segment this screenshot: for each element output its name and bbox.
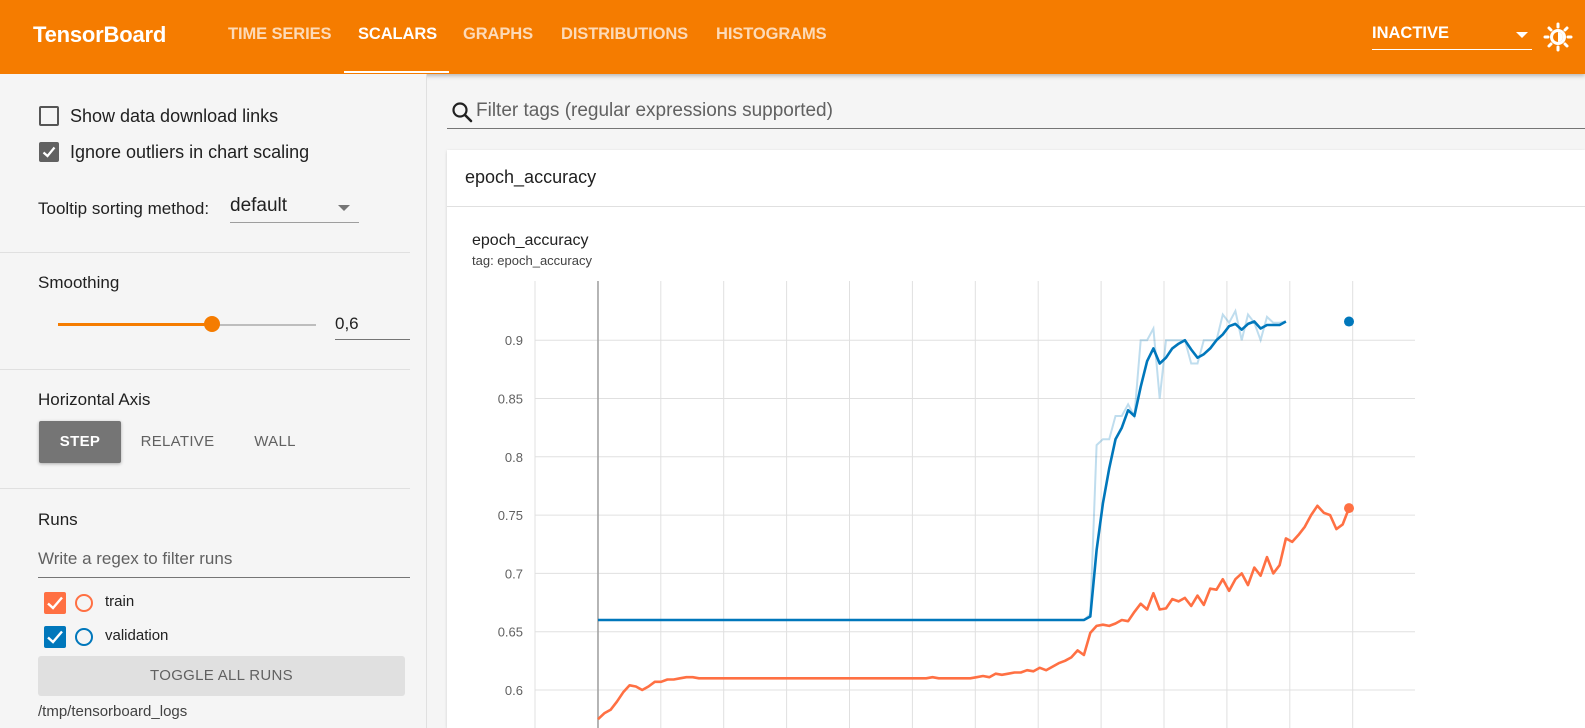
series-train-endpoint (1344, 503, 1354, 514)
scalar-card: epoch_accuracy epoch_accuracy tag: epoch… (447, 150, 1585, 728)
tooltip-sorting-value: default (230, 195, 288, 216)
chevron-down-icon (1516, 32, 1528, 38)
card-header-title: epoch_accuracy (465, 167, 597, 187)
chevron-down-icon (338, 205, 350, 211)
ignore-outliers-label[interactable]: Ignore outliers in chart scaling (70, 142, 309, 163)
series-validation-endpoint (1344, 316, 1354, 327)
tab-histograms[interactable]: HISTOGRAMS (716, 25, 827, 44)
tab-distributions[interactable]: DISTRIBUTIONS (561, 25, 688, 44)
tab-graphs[interactable]: GRAPHS (463, 25, 533, 44)
run-validation-label[interactable]: validation (105, 627, 168, 644)
run-train-color-icon[interactable] (75, 594, 93, 612)
checkmark-icon (42, 146, 56, 158)
smoothing-slider-track[interactable] (212, 324, 316, 326)
y-tick-label: 0.7 (505, 566, 523, 581)
tag-filter-bar[interactable]: Filter tags (regular expressions support… (447, 96, 1585, 129)
y-tick-label: 0.75 (498, 508, 523, 523)
toggle-all-runs-button[interactable]: TOGGLE ALL RUNS (38, 656, 405, 696)
epoch-accuracy-chart[interactable]: 0.6 0.65 0.7 0.75 0.8 0.85 0.9 (447, 260, 1585, 728)
series-validation-line (598, 320, 1287, 622)
card-header[interactable]: epoch_accuracy (447, 150, 1585, 207)
section-divider (0, 252, 410, 253)
tab-time-series[interactable]: TIME SERIES (228, 25, 332, 44)
smoothing-slider-thumb[interactable] (204, 316, 220, 332)
show-download-links-label[interactable]: Show data download links (70, 106, 278, 127)
logdir-path: /tmp/tensorboard_logs (38, 703, 188, 720)
ignore-outliers-checkbox[interactable] (39, 142, 59, 162)
y-tick-label: 0.9 (505, 333, 523, 348)
run-validation-color-icon[interactable] (75, 628, 93, 646)
y-tick-label: 0.8 (505, 450, 523, 465)
inactive-plugins-select[interactable]: INACTIVE (1372, 24, 1532, 50)
smoothing-input[interactable]: 0,6 (335, 310, 410, 340)
tag-filter-input[interactable]: Filter tags (regular expressions support… (476, 100, 833, 122)
axis-step-button[interactable]: STEP (39, 421, 121, 463)
tab-scalars[interactable]: SCALARS (358, 25, 437, 44)
run-train-checkbox[interactable] (44, 592, 66, 614)
checkmark-icon (47, 596, 63, 610)
tooltip-sorting-select[interactable]: default (230, 193, 359, 223)
horizontal-axis-label: Horizontal Axis (38, 390, 151, 409)
runs-label: Runs (38, 510, 78, 529)
app-brand[interactable]: TensorBoard (33, 22, 166, 48)
run-validation-checkbox[interactable] (44, 626, 66, 648)
section-divider (0, 488, 410, 489)
tooltip-sorting-label: Tooltip sorting method: (38, 199, 210, 218)
settings-sidebar: Show data download links Ignore outliers… (0, 74, 427, 728)
checkmark-icon (47, 630, 63, 644)
series-train-line (597, 504, 1351, 721)
runs-filter-input[interactable]: Write a regex to filter runs (38, 548, 410, 578)
show-download-links-checkbox[interactable] (39, 106, 59, 126)
y-tick-label: 0.65 (498, 625, 523, 640)
active-tab-indicator (344, 71, 449, 73)
inactive-select-label: INACTIVE (1372, 24, 1450, 42)
top-app-bar: TensorBoard TIME SERIES SCALARS GRAPHS D… (0, 0, 1585, 74)
smoothing-label: Smoothing (38, 273, 120, 292)
chart-title: epoch_accuracy (472, 232, 589, 249)
axis-relative-button[interactable]: RELATIVE (130, 421, 225, 463)
run-train-label[interactable]: train (105, 593, 134, 610)
search-icon (452, 102, 473, 123)
y-tick-label: 0.6 (505, 683, 523, 698)
axis-wall-button[interactable]: WALL (240, 421, 310, 463)
y-tick-label: 0.85 (498, 392, 523, 407)
brightness-icon[interactable] (1543, 22, 1573, 52)
smoothing-slider-filled[interactable] (58, 323, 212, 326)
section-divider (0, 369, 410, 370)
